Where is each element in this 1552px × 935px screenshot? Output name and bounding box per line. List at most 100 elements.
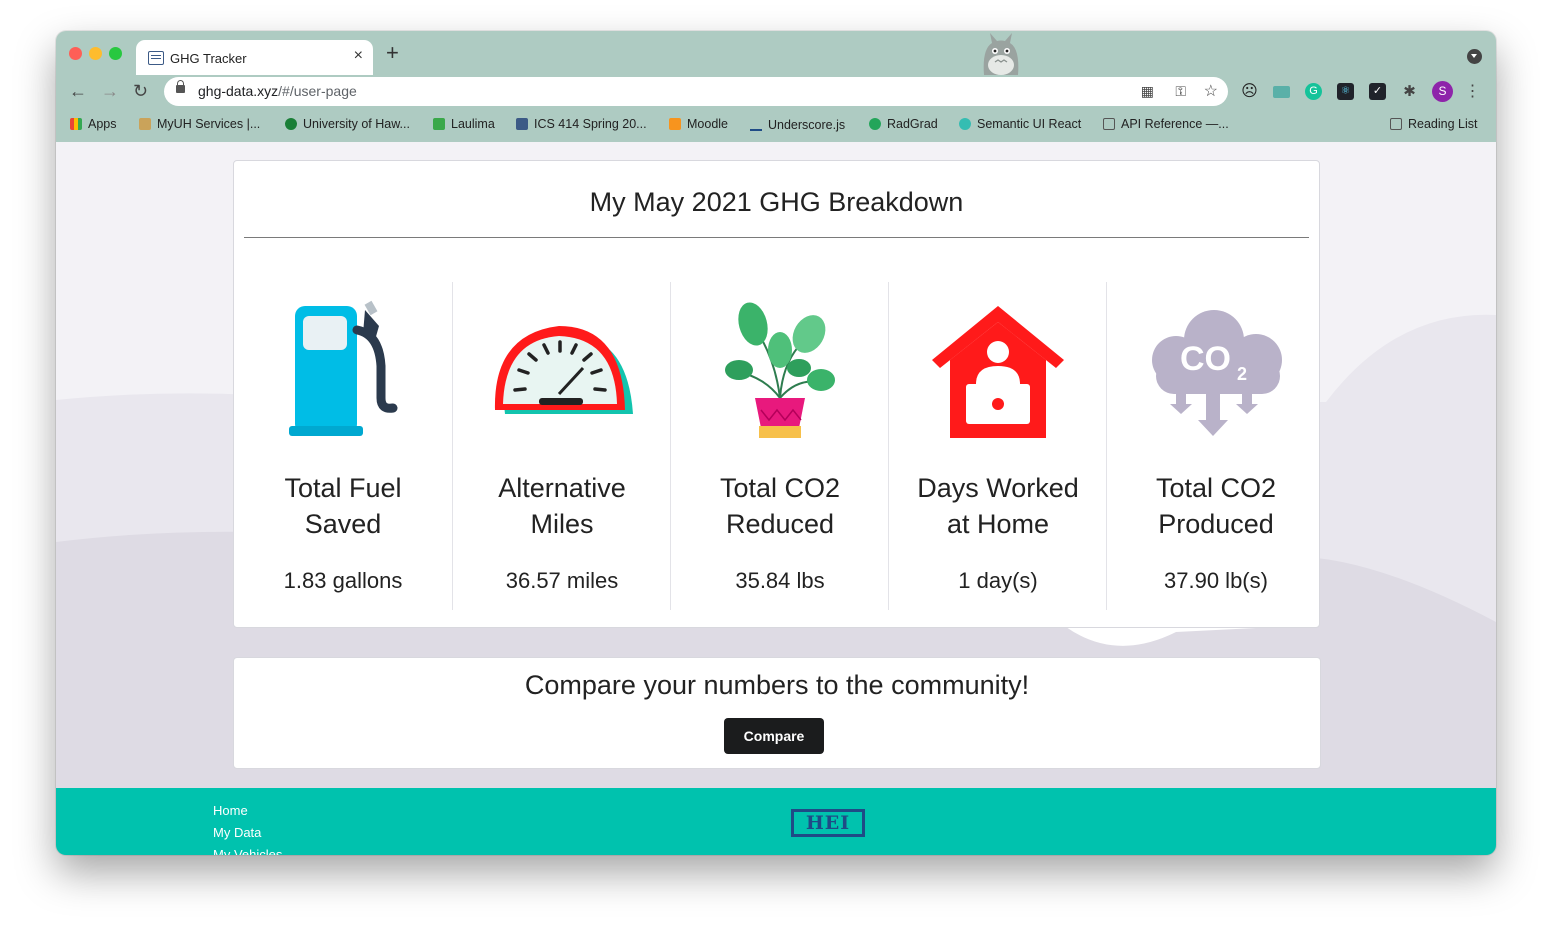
react-devtools-icon[interactable]: ⚛	[1337, 83, 1354, 100]
home-office-icon	[932, 306, 1064, 438]
close-window-button[interactable]	[69, 47, 82, 60]
bookmark-label: MyUH Services |...	[157, 117, 261, 131]
reading-list-button[interactable]: Reading List	[1390, 117, 1478, 131]
bookmark-apps[interactable]: Apps	[70, 117, 117, 131]
bookmark-label: Semantic UI React	[977, 117, 1082, 131]
bookmark-uh[interactable]: University of Haw...	[285, 117, 410, 131]
speedometer-icon	[494, 326, 633, 414]
hei-logo: HEI	[791, 809, 865, 837]
totoro-theme-icon	[983, 33, 1019, 75]
stat-total-co2-reduced: Total CO2 Reduced 35.84 lbs	[670, 282, 889, 610]
tab-search-icon[interactable]	[1467, 49, 1482, 64]
co2-cloud-icon: CO 2	[1152, 310, 1282, 436]
back-arrow-icon[interactable]: ←	[69, 81, 87, 102]
apps-grid-icon	[70, 118, 82, 130]
grammarly-icon[interactable]: G	[1305, 83, 1322, 100]
stat-label: Total CO2 Produced	[1107, 470, 1325, 542]
reading-list-label: Reading List	[1408, 117, 1478, 131]
browser-toolbar: ← → ↻ ghg-data.xyz/#/user-page ▦ ⚿ ☆ ☹ G…	[56, 75, 1496, 109]
bookmark-label: Laulima	[451, 117, 495, 131]
new-tab-button[interactable]: +	[386, 42, 399, 64]
compare-card: Compare your numbers to the community! C…	[233, 657, 1321, 769]
breakdown-title: My May 2021 GHG Breakdown	[589, 187, 964, 217]
stat-total-co2-produced: CO 2 Total CO2 Produced 37.90 lb(s)	[1106, 282, 1325, 610]
bookmark-label: Underscore.js	[768, 118, 846, 132]
url-host: ghg-data.xyz	[198, 83, 279, 99]
bookmark-label: API Reference —...	[1121, 117, 1229, 131]
page-content: My May 2021 GHG Breakdown Total Fuel Save…	[56, 142, 1496, 788]
devtools-extension-icon[interactable]: ✓	[1369, 83, 1386, 100]
bookmark-myuh[interactable]: MyUH Services |...	[139, 117, 260, 131]
qr-code-icon[interactable]: ▦	[1141, 83, 1154, 100]
bookmark-label: Moodle	[687, 117, 728, 131]
site-favicon-icon	[148, 51, 164, 65]
footer-link-home[interactable]: Home	[213, 803, 248, 818]
browser-tab[interactable]: GHG Tracker ×	[136, 40, 373, 76]
forward-arrow-icon[interactable]: →	[101, 81, 119, 102]
bookmark-ics414[interactable]: ICS 414 Spring 20...	[516, 117, 647, 131]
reload-icon[interactable]: ↻	[133, 81, 148, 102]
compare-button[interactable]: Compare	[724, 718, 824, 754]
key-icon[interactable]: ⚿	[1175, 83, 1186, 100]
tab-title: GHG Tracker	[170, 51, 247, 66]
browser-menu-icon[interactable]: ⋮	[1464, 83, 1481, 100]
zoom-window-button[interactable]	[109, 47, 122, 60]
compare-title: Compare your numbers to the community!	[524, 670, 1030, 700]
bookmark-label: RadGrad	[887, 117, 938, 131]
page-footer: Home My Data My Vehicles HEI	[56, 788, 1496, 855]
bookmark-underscore[interactable]: Underscore.js	[750, 117, 845, 132]
footer-link-my-data[interactable]: My Data	[213, 825, 261, 840]
laulima-leaf-icon	[433, 118, 445, 130]
stat-alternative-miles: Alternative Miles 36.57 miles	[452, 282, 671, 610]
lock-icon	[176, 80, 185, 93]
profile-avatar[interactable]: S	[1432, 81, 1453, 102]
stat-value: 1 day(s)	[958, 568, 1038, 593]
stat-label-line: Saved	[304, 509, 382, 539]
tab-close-icon[interactable]: ×	[354, 47, 363, 65]
reading-list-icon	[1390, 118, 1402, 130]
stat-label: Alternative Miles	[453, 470, 671, 542]
svg-text:2: 2	[1237, 364, 1247, 384]
bookmark-radgrad[interactable]: RadGrad	[869, 117, 938, 131]
browser-window: GHG Tracker × + ← → ↻ ghg-data.xyz/#/use…	[56, 31, 1496, 855]
bookmark-label: ICS 414 Spring 20...	[534, 117, 647, 131]
potted-plant-icon	[725, 302, 835, 438]
extensions-puzzle-icon[interactable]: ✱	[1401, 83, 1418, 100]
document-icon	[1103, 118, 1115, 130]
ics-icon	[516, 118, 528, 130]
uh-seal-icon	[285, 118, 297, 130]
bookmark-label: Apps	[88, 117, 117, 131]
stat-value: 1.83 gallons	[283, 568, 403, 593]
react-logo-icon	[959, 118, 971, 130]
stat-label-line: Produced	[1158, 509, 1274, 539]
minimize-window-button[interactable]	[89, 47, 102, 60]
title-divider	[244, 237, 1309, 238]
fuel-pump-icon	[289, 300, 398, 436]
url-path: /#/user-page	[278, 83, 357, 99]
bookmark-semantic-ui[interactable]: Semantic UI React	[959, 117, 1081, 131]
bookmark-api-reference[interactable]: API Reference —...	[1103, 117, 1229, 131]
stat-label-line: Reduced	[725, 509, 835, 539]
address-bar[interactable]: ghg-data.xyz/#/user-page ▦ ⚿ ☆	[164, 77, 1228, 106]
url-text[interactable]: ghg-data.xyz/#/user-page	[198, 83, 357, 99]
bookmarks-bar: Apps MyUH Services |... University of Ha…	[56, 109, 1496, 142]
moodle-icon	[669, 118, 681, 130]
stat-label-line: Total CO2	[1155, 473, 1277, 503]
underscore-icon	[750, 117, 762, 131]
sad-face-extension-icon[interactable]: ☹	[1241, 83, 1258, 100]
stat-label-line: Alternative	[498, 473, 626, 503]
bookmark-star-icon[interactable]: ☆	[1204, 81, 1218, 101]
footer-link-my-vehicles[interactable]: My Vehicles	[213, 847, 282, 855]
stat-total-fuel-saved: Total Fuel Saved 1.83 gallons	[234, 282, 452, 610]
stat-label-line: Total CO2	[719, 473, 841, 503]
bookmark-laulima[interactable]: Laulima	[433, 117, 495, 131]
stat-days-worked-at-home: Days Worked at Home 1 day(s)	[888, 282, 1107, 610]
stat-label: Total Fuel Saved	[234, 470, 452, 542]
stat-label-line: Total Fuel	[284, 473, 402, 503]
ghg-breakdown-card: My May 2021 GHG Breakdown Total Fuel Save…	[233, 160, 1320, 628]
bookmark-label: University of Haw...	[303, 117, 410, 131]
screen-extension-icon[interactable]	[1273, 86, 1290, 98]
stat-label: Days Worked at Home	[889, 470, 1107, 542]
bookmark-moodle[interactable]: Moodle	[669, 117, 728, 131]
stat-label: Total CO2 Reduced	[671, 470, 889, 542]
